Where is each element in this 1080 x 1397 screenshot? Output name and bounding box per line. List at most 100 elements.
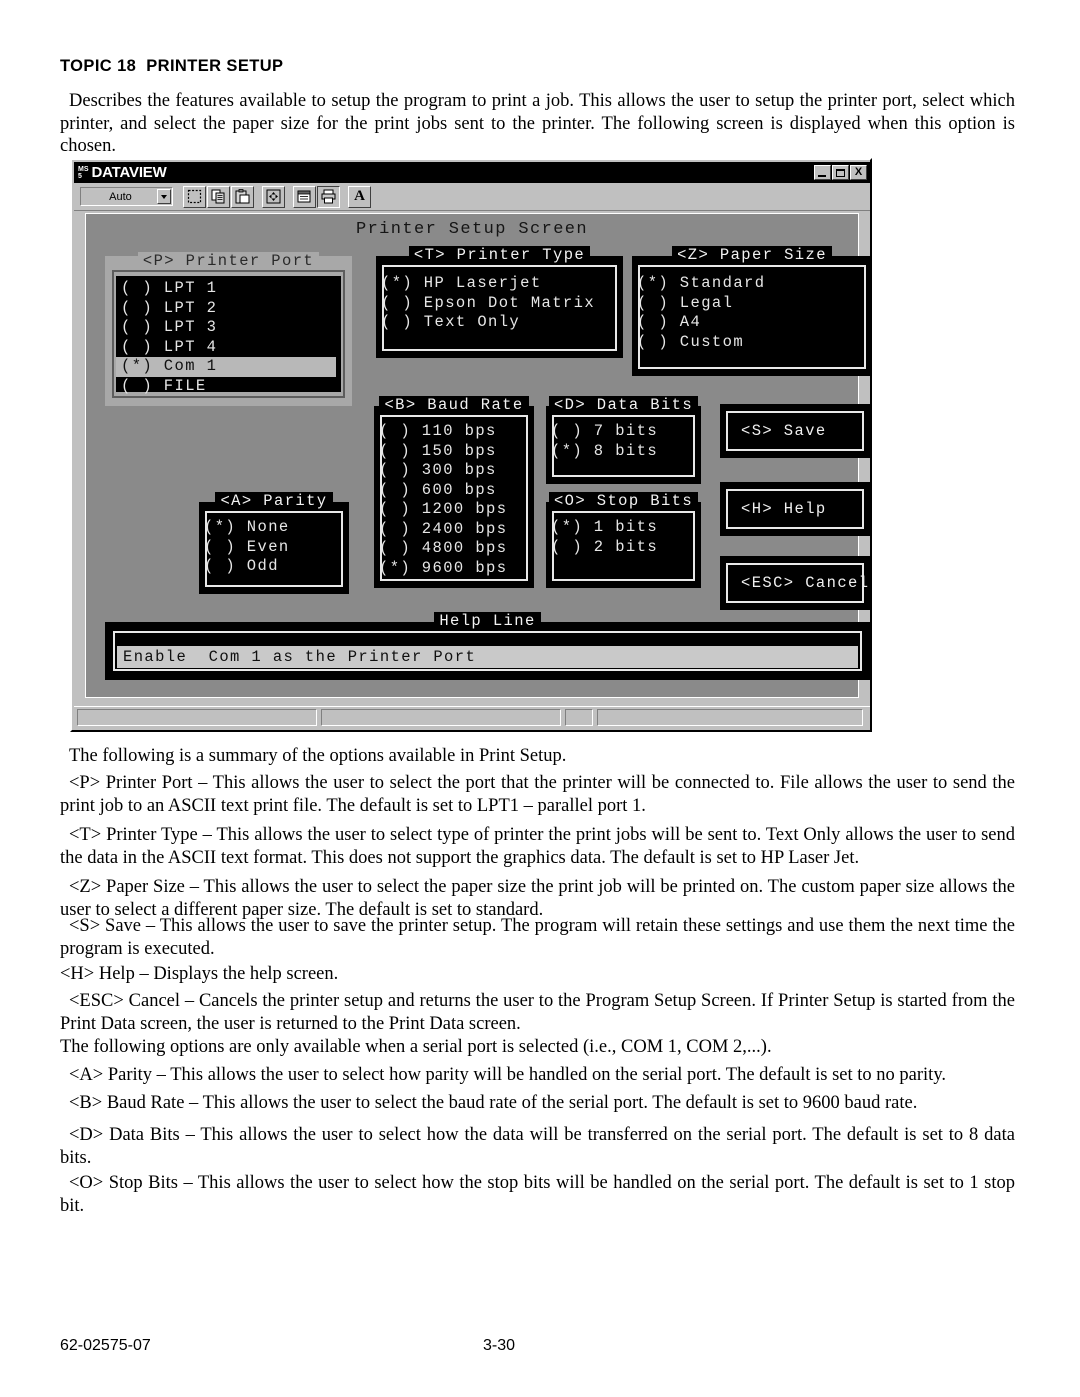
toolbar-buttons: A: [183, 185, 372, 208]
window-titlebar: MS 5 DATAVIEW X: [74, 162, 870, 183]
minimize-button[interactable]: [814, 165, 831, 180]
body-paragraph-10: <B> Baud Rate – This allows the user to …: [69, 1093, 918, 1113]
footer-document-number: 62-02575-07: [60, 1337, 151, 1354]
restore-icon: [836, 169, 845, 177]
cancel-button[interactable]: <ESC> Cancel: [720, 556, 870, 610]
select-marquee-icon[interactable]: [183, 185, 206, 208]
stop-bits-option-2[interactable]: ( ) 2 bits: [551, 538, 698, 558]
stop-bits-option-1[interactable]: (*) 1 bits: [551, 518, 698, 538]
toolbar-separator-2: [286, 186, 293, 208]
save-button-frame: <S> Save: [726, 411, 864, 451]
status-pane-1: [77, 709, 317, 726]
printer-port-group: <P> Printer Port ( ) LPT 1 ( ) LPT 2 ( )…: [112, 252, 345, 398]
baud-option-1200[interactable]: ( ) 1200 bps: [379, 500, 531, 520]
paper-size-option-a4[interactable]: ( ) A4: [637, 313, 869, 333]
body-paragraph-9: <A> Parity – This allows the user to sel…: [69, 1065, 946, 1085]
body-paragraph-11: <D> Data Bits – This allows the user to …: [60, 1125, 1015, 1168]
parity-legend: <A> Parity: [199, 492, 349, 517]
parity-option-even[interactable]: ( ) Even: [204, 538, 346, 558]
port-option-com1[interactable]: (*) Com 1: [116, 357, 336, 377]
printer-port-list: ( ) LPT 1 ( ) LPT 2 ( ) LPT 3 ( ) LPT 4 …: [116, 276, 341, 395]
baud-rate-group: <B> Baud Rate ( ) 110 bps ( ) 150 bps ( …: [374, 396, 534, 588]
paste-icon[interactable]: [231, 185, 254, 208]
status-pane-3: [565, 709, 593, 726]
baud-rate-legend: <B> Baud Rate: [374, 396, 534, 421]
baud-option-600[interactable]: ( ) 600 bps: [379, 481, 531, 501]
toolbar-separator: [255, 186, 262, 208]
page-title: TOPIC 18 PRINTER SETUP: [60, 57, 284, 75]
cancel-button-label: <ESC> Cancel: [741, 574, 870, 592]
save-button[interactable]: <S> Save: [720, 404, 870, 458]
baud-option-4800[interactable]: ( ) 4800 bps: [379, 539, 531, 559]
text-tool-icon[interactable]: A: [348, 185, 371, 208]
baud-option-2400[interactable]: ( ) 2400 bps: [379, 520, 531, 540]
baud-option-9600[interactable]: (*) 9600 bps: [379, 559, 531, 579]
stop-bits-legend: <O> Stop Bits: [546, 492, 701, 517]
data-bits-option-8[interactable]: (*) 8 bits: [551, 442, 698, 462]
status-pane-2: [321, 709, 561, 726]
parity-group: <A> Parity (*) None ( ) Even ( ) Odd: [199, 492, 349, 594]
baud-option-300[interactable]: ( ) 300 bps: [379, 461, 531, 481]
printer-type-option-hp[interactable]: (*) HP Laserjet: [381, 274, 620, 294]
window-controls: X: [814, 165, 867, 180]
body-paragraph-5: <S> Save – This allows the user to save …: [60, 916, 1015, 959]
copy-icon[interactable]: [207, 185, 230, 208]
body-paragraph-8: The following options are only available…: [60, 1037, 772, 1057]
ms-logo-icon: MS 5: [78, 166, 89, 180]
app-toolbar: Auto A: [74, 183, 870, 211]
footer-page-number: 3-30: [483, 1337, 516, 1354]
data-bits-option-7[interactable]: ( ) 7 bits: [551, 422, 698, 442]
close-icon: X: [854, 166, 863, 178]
app-statusbar: [74, 706, 870, 728]
paper-size-option-standard[interactable]: (*) Standard: [637, 274, 869, 294]
paper-size-legend: <Z> Paper Size: [632, 246, 872, 271]
baud-option-110[interactable]: ( ) 110 bps: [379, 422, 531, 442]
port-option-lpt4[interactable]: ( ) LPT 4: [121, 338, 338, 358]
help-button-label: <H> Help: [741, 500, 827, 518]
data-bits-group: <D> Data Bits ( ) 7 bits (*) 8 bits: [546, 396, 701, 484]
ms-logo-bottom: 5: [78, 172, 82, 180]
paper-size-option-custom[interactable]: ( ) Custom: [637, 333, 869, 353]
help-line-legend: Help Line: [105, 612, 870, 637]
baud-option-150[interactable]: ( ) 150 bps: [379, 442, 531, 462]
body-paragraph-12: <O> Stop Bits – This allows the user to …: [60, 1173, 1015, 1216]
fit-to-window-icon[interactable]: [262, 185, 285, 208]
parity-option-odd[interactable]: ( ) Odd: [204, 557, 346, 577]
port-option-lpt3[interactable]: ( ) LPT 3: [121, 318, 338, 338]
help-line-text: Enable Com 1 as the Printer Port: [117, 646, 858, 668]
body-paragraph-7: <ESC> Cancel – Cancels the printer setup…: [60, 991, 1015, 1034]
restore-button[interactable]: [832, 165, 849, 180]
properties-icon[interactable]: [293, 185, 316, 208]
data-bits-legend: <D> Data Bits: [546, 396, 701, 421]
printer-type-legend: <T> Printer Type: [376, 246, 623, 271]
printer-port-legend: <P> Printer Port: [112, 252, 345, 277]
printer-type-option-epson[interactable]: ( ) Epson Dot Matrix: [381, 294, 620, 314]
text-tool-label: A: [354, 188, 365, 204]
port-option-lpt1[interactable]: ( ) LPT 1: [121, 279, 338, 299]
port-option-lpt2[interactable]: ( ) LPT 2: [121, 299, 338, 319]
chevron-down-icon[interactable]: [157, 189, 171, 204]
help-button[interactable]: <H> Help: [720, 482, 870, 536]
parity-option-none[interactable]: (*) None: [204, 518, 346, 538]
status-pane-4: [597, 709, 863, 726]
toolbar-separator-3: [341, 186, 348, 208]
print-icon[interactable]: [317, 185, 340, 208]
help-line-frame: Enable Com 1 as the Printer Port: [113, 631, 862, 671]
body-paragraph-3: <T> Printer Type – This allows the user …: [60, 825, 1015, 868]
body-paragraph-6: <H> Help – Displays the help screen.: [60, 964, 339, 984]
body-paragraph-2: <P> Printer Port – This allows the user …: [60, 773, 1015, 816]
paper-size-group: <Z> Paper Size (*) Standard ( ) Legal ( …: [632, 246, 872, 376]
ms-logo-top: MS: [78, 165, 89, 173]
minimize-icon: [818, 175, 826, 177]
close-button[interactable]: X: [850, 165, 867, 180]
dataview-app-window: MS 5 DATAVIEW X Auto A Printer Setup Scr…: [70, 158, 872, 732]
cancel-button-frame: <ESC> Cancel: [726, 563, 868, 603]
stop-bits-group: <O> Stop Bits (*) 1 bits ( ) 2 bits: [546, 492, 701, 588]
printer-type-option-text[interactable]: ( ) Text Only: [381, 313, 620, 333]
document-page: TOPIC 18 PRINTER SETUP Describes the fea…: [0, 0, 1080, 1397]
zoom-combo[interactable]: Auto: [80, 187, 173, 206]
help-button-frame: <H> Help: [726, 489, 864, 529]
paper-size-option-legal[interactable]: ( ) Legal: [637, 294, 869, 314]
port-option-file[interactable]: ( ) FILE: [121, 377, 338, 397]
printer-setup-screen: Printer Setup Screen <P> Printer Port ( …: [85, 213, 872, 698]
